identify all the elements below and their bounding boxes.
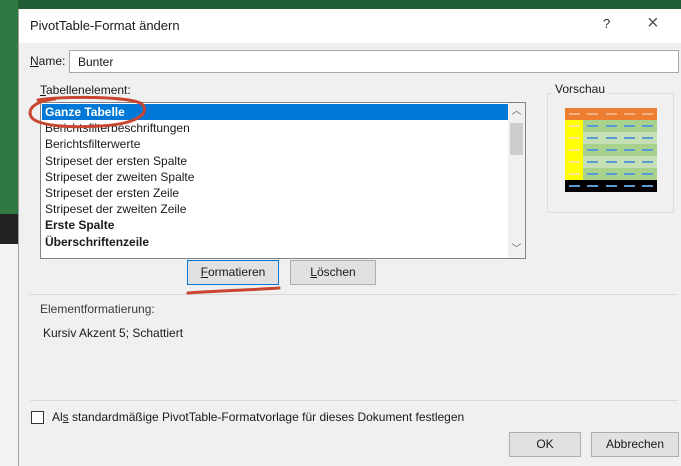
preview-cell	[638, 132, 658, 144]
cancel-button[interactable]: Abbrechen	[591, 432, 679, 457]
delete-button[interactable]: Löschen	[290, 260, 376, 285]
name-label: Name:	[30, 54, 66, 68]
preview-cell	[620, 156, 639, 168]
preview-cell	[565, 108, 584, 120]
preview-row	[565, 156, 658, 168]
preview-cell	[565, 144, 584, 156]
preview-cell	[601, 108, 621, 120]
list-item[interactable]: Stripeset der zweiten Zeile	[42, 201, 509, 217]
list-item[interactable]: Stripeset der zweiten Spalte	[42, 169, 509, 185]
list-item[interactable]: Berichtsfilterbeschriftungen	[42, 120, 509, 136]
preview-cell	[620, 180, 639, 192]
table-element-list[interactable]: Ganze Tabelle Berichtsfilterbeschriftunge…	[40, 102, 526, 259]
list-item[interactable]: Berichtsfilterwerte	[42, 136, 509, 152]
preview-cell	[565, 120, 584, 132]
preview-cell	[620, 132, 639, 144]
preview-cell	[620, 144, 639, 156]
preview-cell	[620, 108, 639, 120]
preview-group	[547, 93, 674, 213]
preview-row	[565, 168, 658, 180]
preview-cell	[638, 120, 658, 132]
list-item[interactable]: Erste Spalte	[42, 217, 509, 233]
preview-row	[565, 120, 658, 132]
preview-cell	[601, 132, 621, 144]
preview-cell	[620, 120, 639, 132]
table-element-label: Tabellenelement:	[40, 83, 131, 97]
preview-cell	[601, 156, 621, 168]
dialog-title: PivotTable-Format ändern	[30, 18, 180, 33]
format-button[interactable]: Formatieren	[187, 260, 279, 285]
separator	[29, 294, 677, 295]
list-scrollbar[interactable]: ︿ ﹀	[508, 103, 525, 258]
preview-cell	[565, 168, 584, 180]
preview-cell	[620, 168, 639, 180]
list-items: Ganze Tabelle Berichtsfilterbeschriftunge…	[42, 104, 509, 250]
preview-cell	[583, 168, 602, 180]
preview-cell	[638, 180, 658, 192]
preview-cell	[601, 180, 621, 192]
preview-cell	[601, 168, 621, 180]
element-format-label: Elementformatierung:	[40, 302, 155, 316]
title-bar: PivotTable-Format ändern ? ×	[19, 9, 681, 43]
preview-cell	[583, 120, 602, 132]
scroll-thumb[interactable]	[510, 123, 523, 155]
background-sheet	[0, 0, 18, 466]
scroll-up-icon[interactable]: ︿	[508, 103, 525, 120]
preview-cell	[583, 144, 602, 156]
preview-row	[565, 180, 658, 192]
name-input[interactable]: Bunter	[69, 50, 679, 73]
preview-table	[565, 108, 658, 192]
preview-row	[565, 144, 658, 156]
preview-cell	[565, 180, 584, 192]
ok-button[interactable]: OK	[509, 432, 581, 457]
background-ribbon	[0, 0, 681, 9]
preview-label: Vorschau	[552, 82, 609, 96]
list-item[interactable]: Stripeset der ersten Zeile	[42, 185, 509, 201]
preview-cell	[638, 168, 658, 180]
preview-cell	[565, 132, 584, 144]
preview-cell	[638, 144, 658, 156]
preview-row	[565, 108, 658, 120]
list-item[interactable]: Überschriftenzeile	[42, 234, 509, 250]
list-item[interactable]: Ganze Tabelle	[42, 104, 509, 121]
preview-row	[565, 132, 658, 144]
preview-cell	[583, 108, 602, 120]
default-style-checkbox[interactable]	[31, 411, 44, 424]
preview-cell	[583, 156, 602, 168]
pivot-format-dialog: PivotTable-Format ändern ? × Name: Bunte…	[18, 9, 681, 466]
close-button[interactable]: ×	[647, 12, 659, 35]
default-style-label[interactable]: Als standardmäßige PivotTable-Formatvorl…	[52, 410, 464, 424]
element-format-value: Kursiv Akzent 5; Schattiert	[43, 326, 184, 340]
preview-cell	[583, 180, 602, 192]
scroll-down-icon[interactable]: ﹀	[508, 241, 525, 258]
preview-cell	[601, 144, 621, 156]
preview-cell	[638, 108, 658, 120]
preview-cell	[638, 156, 658, 168]
help-button[interactable]: ?	[603, 16, 610, 31]
list-item[interactable]: Stripeset der ersten Spalte	[42, 153, 509, 169]
preview-cell	[601, 120, 621, 132]
preview-cell	[583, 132, 602, 144]
preview-cell	[565, 156, 584, 168]
